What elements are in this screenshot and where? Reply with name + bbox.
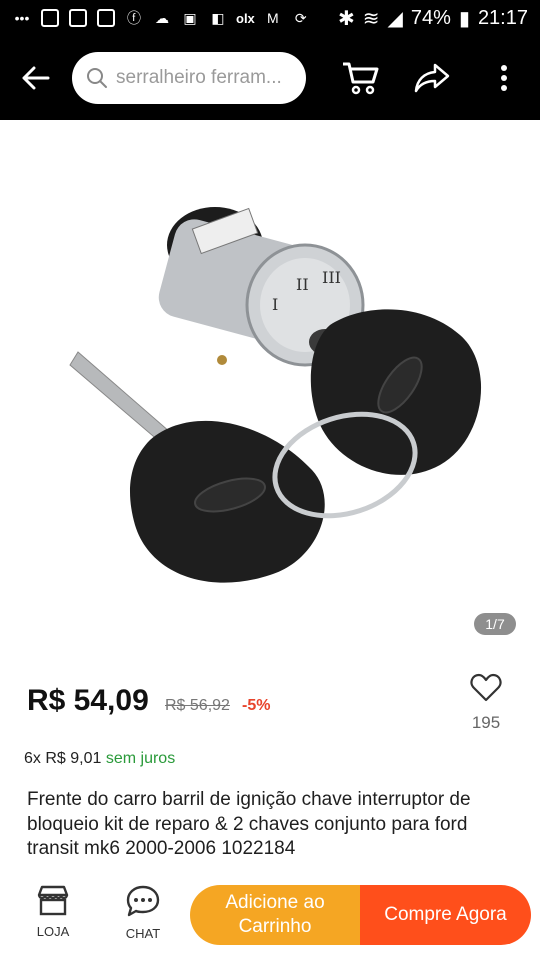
chat-label: CHAT bbox=[125, 926, 161, 941]
installments-amount: 6x R$ 9,01 bbox=[24, 750, 102, 767]
share-icon bbox=[414, 63, 450, 93]
cart-icon bbox=[343, 62, 379, 95]
svg-text:I: I bbox=[272, 295, 278, 314]
search-icon bbox=[87, 68, 107, 88]
system-status: ✱ ≋ ◢ 74% ▮ 21:17 bbox=[338, 6, 528, 31]
interest-free-label: sem juros bbox=[105, 750, 176, 767]
product-title: Frente do carro barril de ignição chave … bbox=[27, 789, 471, 859]
back-arrow-icon bbox=[22, 66, 50, 90]
notification-icons: ••• ⓕ ☁ ▣ ◧ olx M ⟳ bbox=[12, 8, 311, 28]
wishlist-button[interactable] bbox=[462, 672, 510, 706]
cloud-icon: ☁ bbox=[155, 9, 169, 26]
svg-text:III: III bbox=[322, 268, 341, 287]
search-input[interactable]: serralheiro ferram... bbox=[72, 52, 306, 104]
product-price: R$ 54,09 bbox=[27, 684, 149, 717]
more-options-button[interactable] bbox=[474, 36, 534, 120]
olx-icon: olx bbox=[236, 10, 255, 26]
image-counter: 1/7 bbox=[474, 613, 516, 635]
status-bar: ••• ⓕ ☁ ▣ ◧ olx M ⟳ ✱ ≋ ◢ 74% ▮ 21:17 bbox=[0, 0, 540, 36]
bottom-action-bar: LOJA CHAT Adicione ao Carrinho Compre Ag… bbox=[0, 870, 540, 960]
cart-button[interactable] bbox=[330, 36, 390, 120]
shop-button[interactable]: LOJA bbox=[20, 884, 86, 948]
shop-label: LOJA bbox=[36, 924, 70, 939]
facebook-icon: ⓕ bbox=[127, 10, 141, 26]
share-button[interactable] bbox=[402, 36, 462, 120]
add-to-cart-button[interactable]: Adicione ao Carrinho bbox=[190, 885, 360, 945]
product-photo: I II III bbox=[69, 207, 482, 583]
chat-button[interactable]: CHAT bbox=[110, 884, 176, 948]
store-icon bbox=[37, 885, 69, 916]
more-vert-icon bbox=[501, 65, 507, 91]
buy-now-button[interactable]: Compre Agora bbox=[360, 885, 531, 945]
top-bar: serralheiro ferram... bbox=[0, 36, 540, 120]
battery-level: 74% bbox=[410, 6, 451, 29]
mail-icon bbox=[68, 8, 88, 28]
notification-icon: ••• bbox=[14, 10, 30, 26]
bluetooth-icon: ✱ bbox=[337, 7, 355, 30]
back-button[interactable] bbox=[0, 36, 72, 120]
alert-icon: ▣ bbox=[183, 9, 197, 26]
clock: 21:17 bbox=[477, 6, 528, 29]
chat-icon bbox=[126, 885, 160, 917]
flipboard-icon: ◧ bbox=[211, 9, 225, 26]
svg-text:II: II bbox=[296, 275, 309, 294]
mail-icon bbox=[96, 8, 116, 28]
sync-icon: ⟳ bbox=[294, 9, 307, 26]
gmail-icon: M bbox=[266, 10, 279, 26]
product-image-gallery[interactable]: I II III bbox=[0, 120, 540, 650]
mail-icon bbox=[40, 8, 60, 28]
original-price: R$ 56,92 bbox=[165, 697, 230, 714]
installments-info: 6x R$ 9,01 sem juros bbox=[24, 750, 175, 768]
search-placeholder: serralheiro ferram... bbox=[116, 67, 282, 88]
discount-badge: -5% bbox=[242, 697, 271, 714]
wifi-icon: ≋ bbox=[362, 7, 380, 30]
heart-icon bbox=[470, 673, 502, 702]
signal-icon: ◢ bbox=[387, 7, 403, 30]
battery-icon: ▮ bbox=[458, 7, 470, 30]
wishlist-count: 195 bbox=[471, 713, 501, 732]
